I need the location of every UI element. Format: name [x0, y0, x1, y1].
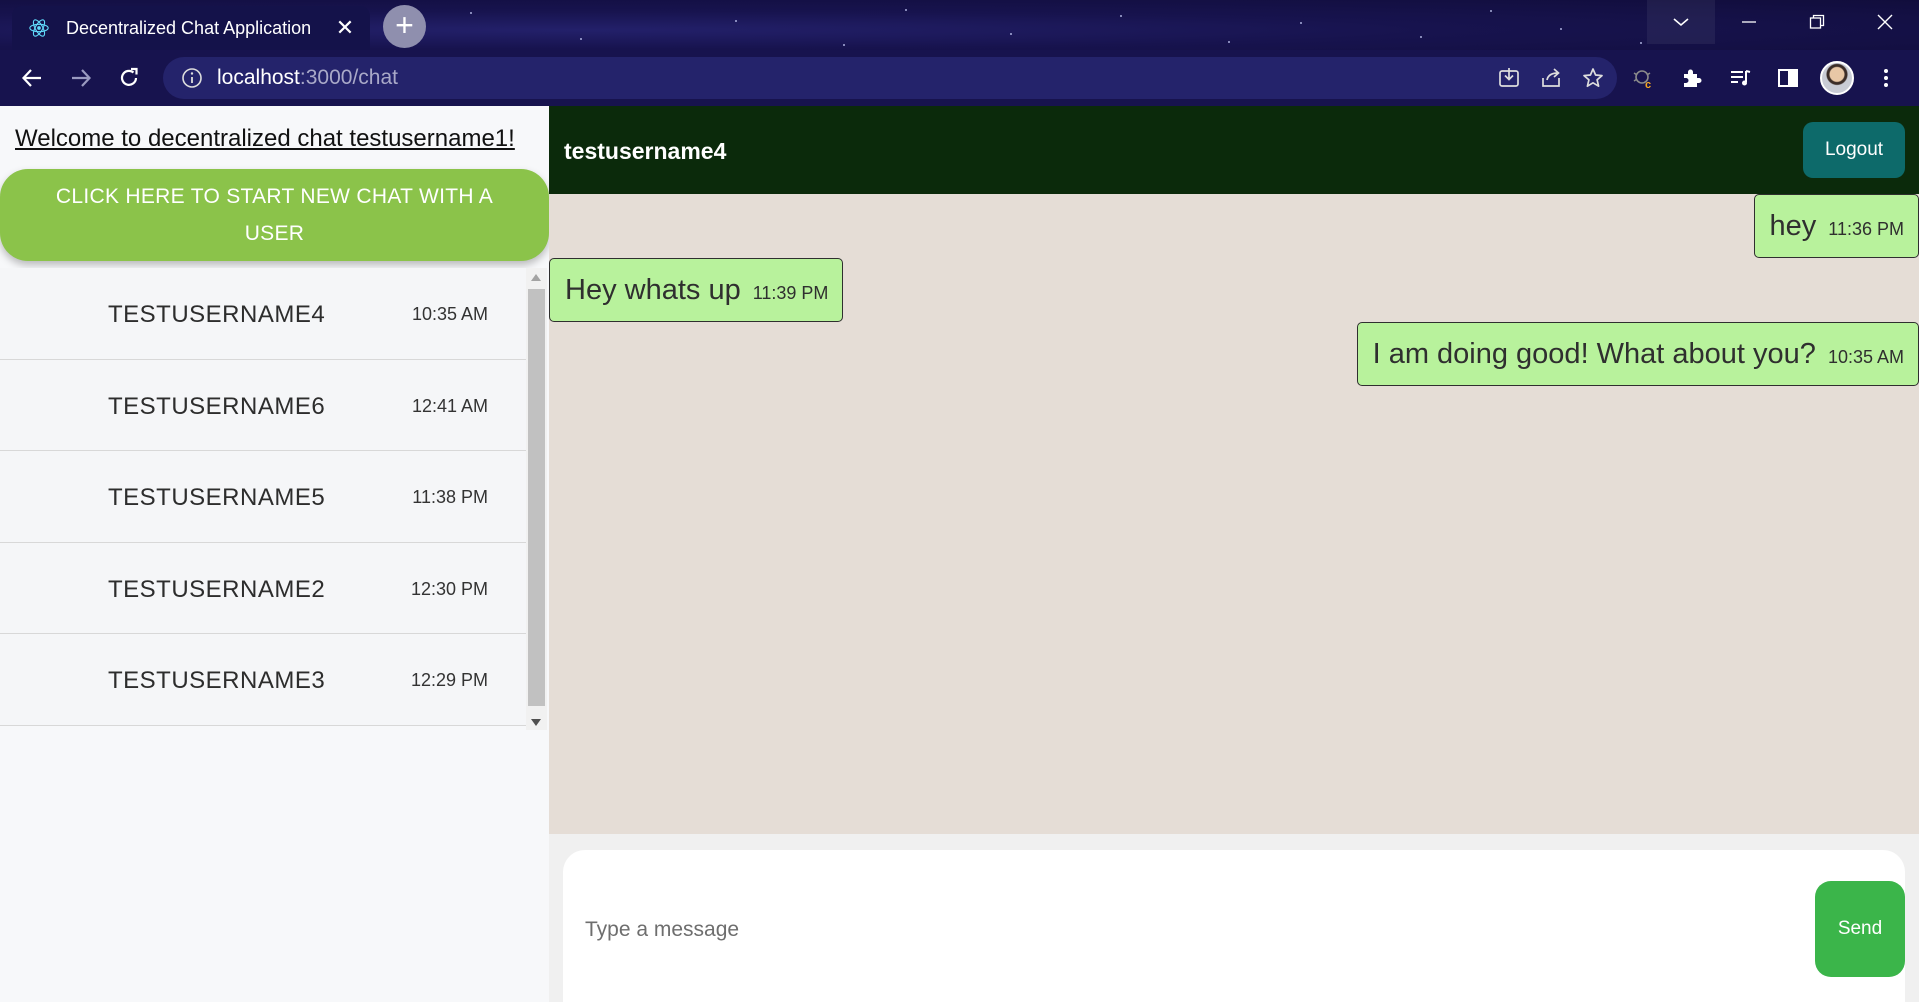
url-path: :3000/chat — [299, 66, 398, 89]
message-input[interactable] — [585, 914, 1785, 946]
scroll-up-arrow-icon[interactable] — [531, 274, 541, 281]
chat-item-name: TESTUSERNAME5 — [108, 484, 326, 511]
chat-list-item[interactable]: TESTUSERNAME4 10:35 AM — [0, 268, 526, 360]
sidebar: Welcome to decentralized chat testuserna… — [0, 106, 549, 1002]
new-chat-button[interactable]: CLICK HERE TO START NEW CHAT WITH A USER — [0, 169, 549, 261]
message-time: 11:36 PM — [1828, 218, 1904, 239]
message-bubble-sent: I am doing good! What about you? 10:35 A… — [1356, 322, 1919, 386]
chat-item-time: 12:29 PM — [410, 670, 488, 690]
scroll-thumb[interactable] — [528, 289, 545, 706]
more-vertical-icon — [1884, 69, 1888, 87]
send-button[interactable]: Send — [1815, 881, 1905, 977]
react-icon — [29, 19, 49, 37]
chat-header: testusername4 Logout — [549, 106, 1919, 194]
message-time: 11:39 PM — [752, 282, 829, 303]
scroll-down-arrow-icon[interactable] — [531, 719, 541, 726]
message-area: hey 11:36 PM Hey whats up 11:39 PM I am … — [549, 194, 1919, 834]
message-bubble-sent: hey 11:36 PM — [1753, 194, 1919, 258]
extensions-area: c — [1628, 50, 1902, 106]
reload-icon — [120, 67, 138, 86]
playlist-icon — [1731, 70, 1751, 86]
chat-item-name: TESTUSERNAME6 — [108, 392, 326, 420]
bug-extension-icon: c — [1633, 70, 1651, 91]
tab-title: Decentralized Chat Application — [66, 17, 312, 38]
side-panel-button[interactable] — [1772, 62, 1804, 94]
message-time: 10:35 AM — [1827, 346, 1904, 367]
message-bubble-received: Hey whats up 11:39 PM — [549, 258, 844, 322]
chat-item-time: 12:41 AM — [411, 395, 488, 416]
chat-list-scrollbar[interactable] — [526, 268, 547, 730]
chat-partner-name: testusername4 — [564, 138, 727, 164]
minimize-button[interactable] — [1715, 0, 1783, 44]
restore-button[interactable] — [1783, 0, 1851, 44]
chat-item-time: 11:38 PM — [412, 487, 488, 507]
chat-item-name: TESTUSERNAME3 — [108, 667, 326, 694]
chat-item-name: TESTUSERNAME2 — [108, 575, 326, 603]
browser-toolbar: localhost:3000/chat c — [0, 50, 1919, 106]
chat-item-name: TESTUSERNAME4 — [108, 301, 326, 328]
chat-item-time: 10:35 AM — [411, 304, 488, 324]
new-tab-button[interactable]: + — [383, 5, 426, 48]
extension-button[interactable]: c — [1628, 62, 1660, 94]
profile-avatar[interactable] — [1820, 61, 1854, 95]
message-text: I am doing good! What about you? — [1372, 337, 1816, 370]
close-icon — [1877, 14, 1893, 30]
chat-list-item[interactable]: TESTUSERNAME6 12:41 AM — [0, 359, 526, 451]
extensions-button[interactable] — [1676, 62, 1708, 94]
logout-button[interactable]: Logout — [1803, 122, 1905, 178]
star-icon[interactable] — [1581, 66, 1605, 90]
browser-titlebar: Decentralized Chat Application ✕ + — [0, 0, 1919, 50]
chat-list-item[interactable]: TESTUSERNAME3 12:29 PM — [0, 634, 526, 726]
chevron-down-icon — [1673, 18, 1689, 27]
back-arrow-icon — [21, 69, 41, 87]
message-composer: Send — [563, 850, 1905, 1002]
browser-menu-button[interactable] — [1870, 62, 1902, 94]
address-bar-actions — [1497, 57, 1605, 99]
restore-icon — [1809, 14, 1825, 29]
svg-text:c: c — [1645, 79, 1651, 91]
info-icon[interactable] — [181, 67, 203, 89]
message-text: hey — [1769, 209, 1817, 242]
url-host: localhost — [217, 66, 300, 89]
back-button[interactable] — [8, 54, 56, 102]
browser-tab[interactable]: Decentralized Chat Application ✕ — [12, 6, 370, 50]
install-app-icon[interactable] — [1497, 66, 1521, 90]
window-controls — [1647, 0, 1919, 44]
side-panel-icon — [1778, 69, 1798, 87]
chat-list-item[interactable]: TESTUSERNAME5 11:38 PM — [0, 451, 526, 543]
page: Welcome to decentralized chat testuserna… — [0, 106, 1919, 1002]
tab-search-button[interactable] — [1647, 0, 1715, 44]
share-icon[interactable] — [1539, 66, 1563, 90]
minimize-icon — [1742, 21, 1756, 23]
close-window-button[interactable] — [1851, 0, 1919, 44]
reload-button[interactable] — [105, 54, 153, 102]
message-text: Hey whats up — [565, 273, 741, 306]
address-bar[interactable]: localhost:3000/chat — [163, 57, 1617, 99]
chat-list: TESTUSERNAME4 10:35 AM TESTUSERNAME6 12:… — [0, 268, 526, 730]
puzzle-icon — [1684, 69, 1702, 87]
chat-list-item[interactable]: TESTUSERNAME2 12:30 PM — [0, 542, 526, 634]
forward-arrow-icon — [72, 69, 92, 87]
media-controls-button[interactable] — [1724, 62, 1756, 94]
close-tab-icon[interactable]: ✕ — [334, 17, 356, 39]
chat-item-time: 12:30 PM — [410, 578, 488, 599]
welcome-text: Welcome to decentralized chat testuserna… — [15, 125, 515, 152]
forward-button[interactable] — [57, 54, 105, 102]
chat-panel: testusername4 Logout hey 11:36 PM Hey wh… — [549, 106, 1919, 1002]
